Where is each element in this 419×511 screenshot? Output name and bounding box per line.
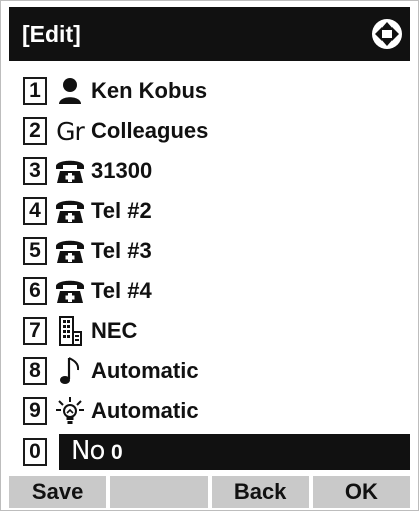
item-label: Automatic [91, 398, 199, 423]
item-label: NEC [91, 318, 138, 343]
telephone-icon [52, 155, 88, 187]
lightbulb-icon [52, 395, 88, 427]
back-softkey[interactable]: Back [211, 476, 309, 508]
telephone-icon [52, 195, 88, 227]
group-icon: Gr [56, 116, 85, 146]
menu-item-tel-1[interactable]: 3 31300 [23, 154, 410, 188]
title-bar: [Edit] [9, 7, 410, 61]
page-title: [Edit] [22, 21, 81, 47]
empty-softkey[interactable] [110, 476, 208, 508]
menu-item-ringtone[interactable]: 8 Automatic [23, 354, 410, 388]
menu-item-name[interactable]: 1 Ken Kobus [23, 74, 410, 108]
item-number: 1 [23, 77, 47, 105]
item-number: 9 [23, 397, 47, 425]
number-prefix: No [71, 436, 105, 466]
person-icon [52, 75, 88, 107]
telephone-icon [52, 275, 88, 307]
menu-item-tel-2[interactable]: 4 Tel #2 [23, 194, 410, 228]
music-note-icon [52, 355, 88, 387]
building-icon [52, 315, 88, 347]
item-label: Tel #2 [91, 198, 152, 223]
item-label: 31300 [91, 158, 153, 183]
telephone-icon [52, 235, 88, 267]
selected-value: 0 [111, 441, 123, 464]
item-number: 7 [23, 317, 47, 345]
menu-item-tel-3[interactable]: 5 Tel #3 [23, 234, 410, 268]
navigation-arrows-icon[interactable] [370, 17, 404, 51]
selected-item-highlight[interactable]: No 0 [59, 434, 410, 470]
item-number: 5 [23, 237, 47, 265]
menu-item-company[interactable]: 7 NEC [23, 314, 410, 348]
item-label: Colleagues [91, 118, 209, 143]
item-number: 6 [23, 277, 47, 305]
softkey-bar: Save Back OK [9, 476, 410, 508]
phone-screen: [Edit] 1 Ken Kobus 2 Gr Colleagues 3 313… [0, 0, 419, 511]
item-label: Tel #4 [91, 278, 152, 303]
item-label: Ken Kobus [91, 78, 208, 103]
item-number: 8 [23, 357, 47, 385]
item-label: Automatic [91, 358, 199, 383]
ok-softkey[interactable]: OK [312, 476, 410, 508]
menu-item-tel-4[interactable]: 6 Tel #4 [23, 274, 410, 308]
save-softkey[interactable]: Save [9, 476, 107, 508]
menu-item-lamp[interactable]: 9 Automatic [23, 394, 410, 428]
item-number: 4 [23, 197, 47, 225]
item-number: 3 [23, 157, 47, 185]
item-number: 2 [23, 117, 47, 145]
menu-item-group[interactable]: 2 Gr Colleagues [23, 114, 410, 148]
item-label: Tel #3 [91, 238, 152, 263]
item-number: 0 [23, 438, 47, 466]
